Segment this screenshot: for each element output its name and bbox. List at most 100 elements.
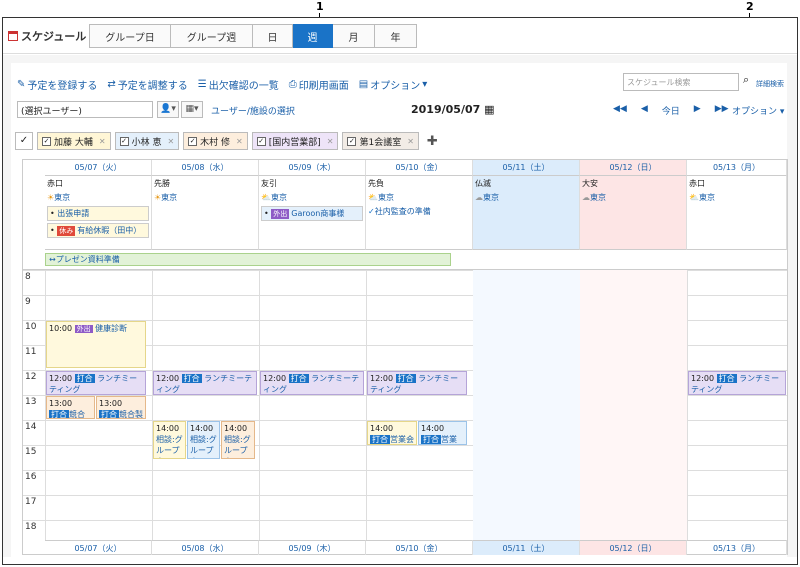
select-all-checkbox[interactable]: ✓ bbox=[15, 132, 33, 150]
close-icon[interactable]: ✕ bbox=[236, 137, 243, 146]
day-header[interactable]: 05/13（月） bbox=[687, 160, 787, 176]
day-cell[interactable]: 赤口 ☀東京 • 出張申請 • 休み 有給休暇（田中） bbox=[45, 176, 152, 250]
cloud-icon: ☁ bbox=[582, 193, 590, 202]
appointment[interactable]: 12:00 打合 ランチミーティング bbox=[367, 371, 467, 395]
next-day-icon[interactable]: ▶ bbox=[694, 104, 701, 117]
chip-label: [国内営業部] bbox=[268, 137, 321, 148]
day-cell[interactable]: 仏滅 ☁東京 bbox=[473, 176, 580, 250]
prev-week-icon[interactable]: ◀◀ bbox=[613, 104, 627, 117]
search-icon[interactable]: ⌕ bbox=[743, 73, 749, 87]
user-facility-link[interactable]: ユーザー/施設の選択 bbox=[211, 104, 295, 117]
org-picker-button[interactable]: ▦▾ bbox=[181, 101, 203, 118]
view-options-menu[interactable]: オプション ▾ bbox=[732, 104, 784, 117]
appointment[interactable]: 10:00 外出 健康診断 bbox=[46, 321, 146, 368]
close-icon[interactable]: ✕ bbox=[327, 137, 334, 146]
filter-chips: ✓ ✓ 加藤 大輔 ✕ ✓ 小林 恵 ✕ ✓ 木村 修 ✕ ✓ [国内営業部] ✕ ✓ 第1会議室… bbox=[15, 132, 438, 150]
appt-time: 12:00 bbox=[691, 374, 715, 383]
hour-label: 16 bbox=[25, 472, 37, 482]
action-bar: ✎ 予定を登録する ⇄ 予定を調整する ☰ 出欠確認の一覧 ⎙ 印刷用画面 ▤ オプション… bbox=[17, 77, 427, 92]
appointment[interactable]: 14:00 相談:グループウェア bbox=[153, 421, 186, 459]
weather-label: 東京 bbox=[590, 193, 606, 202]
weather: ☁東京 bbox=[582, 192, 684, 203]
date-nav: ◀◀ ◀ 今日 ▶ ▶▶ bbox=[613, 104, 729, 117]
filter-chip-sales-dept[interactable]: ✓ [国内営業部] ✕ bbox=[251, 132, 339, 150]
appointment[interactable]: 13:00打合競合製品調査 bbox=[46, 396, 95, 419]
allday-event[interactable]: • 出張申請 bbox=[47, 206, 149, 221]
attendance-link[interactable]: ☰ 出欠確認の一覧 bbox=[198, 77, 279, 92]
options-menu[interactable]: ▤ オプション ▾ bbox=[359, 77, 427, 92]
day-footer[interactable]: 05/08（水） bbox=[152, 540, 259, 555]
weather-label: 東京 bbox=[483, 193, 499, 202]
day-footer[interactable]: 05/12（日） bbox=[580, 540, 687, 555]
search-input[interactable]: スケジュール検索 bbox=[623, 73, 739, 91]
content-area: ✎ 予定を登録する ⇄ 予定を調整する ☰ 出欠確認の一覧 ⎙ 印刷用画面 ▤ オプション… bbox=[3, 55, 797, 557]
day-footer[interactable]: 05/10（金） bbox=[366, 540, 473, 555]
next-week-icon[interactable]: ▶▶ bbox=[715, 104, 729, 117]
filter-chip-kato[interactable]: ✓ 加藤 大輔 ✕ bbox=[37, 132, 111, 150]
appointment[interactable]: 13:00打合競合製品調査 bbox=[96, 396, 146, 419]
appointment[interactable]: 12:00 打合 ランチミーティング bbox=[688, 371, 786, 395]
day-header[interactable]: 05/11（土） bbox=[473, 160, 580, 176]
appointment[interactable]: 14:00打合営業会議 bbox=[418, 421, 467, 445]
user-picker-button[interactable]: 👤▾ bbox=[157, 101, 179, 118]
hour-label: 12 bbox=[25, 372, 37, 382]
day-cell[interactable]: 友引 ⛅東京 • 外出 Garoon商事様 bbox=[259, 176, 366, 250]
add-filter-icon[interactable]: ✚ bbox=[427, 134, 438, 149]
calendar-picker-icon[interactable]: ▦ bbox=[484, 103, 494, 116]
appointment[interactable]: 14:00 相談:グループウェア bbox=[221, 421, 255, 459]
day-cell[interactable]: 大安 ☁東京 bbox=[580, 176, 687, 250]
tab-month[interactable]: 月 bbox=[333, 24, 375, 48]
allday-event[interactable]: ✓社内監査の準備 bbox=[368, 206, 470, 217]
event-label: 社内監査の準備 bbox=[374, 207, 431, 216]
tab-year[interactable]: 年 bbox=[375, 24, 417, 48]
advanced-search-link[interactable]: 詳細検索 bbox=[756, 79, 784, 89]
prev-day-icon[interactable]: ◀ bbox=[641, 104, 648, 117]
close-icon[interactable]: ✕ bbox=[407, 137, 414, 146]
appointment[interactable]: 14:00打合営業会議 bbox=[367, 421, 417, 445]
register-link[interactable]: ✎ 予定を登録する bbox=[17, 77, 97, 92]
day-cell[interactable]: 先負 ⛅東京 ✓社内監査の準備 bbox=[366, 176, 473, 250]
print-link[interactable]: ⎙ 印刷用画面 bbox=[289, 77, 349, 92]
day-footer[interactable]: 05/09（木） bbox=[259, 540, 366, 555]
close-icon[interactable]: ✕ bbox=[99, 137, 106, 146]
print-icon: ⎙ bbox=[288, 79, 297, 90]
hour-label: 13 bbox=[25, 397, 37, 407]
tab-week[interactable]: 週 bbox=[293, 24, 333, 48]
today-button[interactable]: 今日 bbox=[662, 104, 680, 117]
appointment[interactable]: 12:00 打合 ランチミーティング bbox=[46, 371, 146, 395]
rokuyo: 大安 bbox=[582, 179, 598, 188]
appointment[interactable]: 14:00 相談:グループウェア bbox=[187, 421, 220, 459]
multi-day-event[interactable]: ↔プレゼン資料準備 bbox=[45, 253, 451, 266]
day-header[interactable]: 05/09（木） bbox=[259, 160, 366, 176]
tab-group-week[interactable]: グループ週 bbox=[171, 24, 253, 48]
day-header[interactable]: 05/10（金） bbox=[366, 160, 473, 176]
day-header[interactable]: 05/12（日） bbox=[580, 160, 687, 176]
appt-tag: 打合 bbox=[288, 374, 309, 383]
adjust-link[interactable]: ⇄ 予定を調整する bbox=[107, 77, 187, 92]
person-icon: 👤▾ bbox=[160, 104, 176, 114]
appointment[interactable]: 12:00 打合 ランチミーティング bbox=[260, 371, 364, 395]
close-icon[interactable]: ✕ bbox=[167, 137, 174, 146]
adjust-label: 予定を調整する bbox=[117, 81, 188, 92]
day-cell[interactable]: 赤口 ⛅東京 bbox=[687, 176, 787, 250]
weather: ☁東京 bbox=[475, 192, 577, 203]
cloud-sun-icon: ⛅ bbox=[261, 193, 271, 202]
filter-chip-meeting-room[interactable]: ✓ 第1会議室 ✕ bbox=[342, 132, 419, 150]
day-footer[interactable]: 05/13（月） bbox=[687, 540, 787, 555]
allday-event[interactable]: • 休み 有給休暇（田中） bbox=[47, 223, 149, 238]
day-cell[interactable]: 先勝 ☀東京 bbox=[152, 176, 259, 250]
filter-chip-kimura[interactable]: ✓ 木村 修 ✕ bbox=[183, 132, 248, 150]
day-header[interactable]: 05/07（火） bbox=[45, 160, 152, 176]
day-footer[interactable]: 05/11（土） bbox=[473, 540, 580, 555]
tab-group-day[interactable]: グループ日 bbox=[89, 24, 171, 48]
appointment[interactable]: 12:00 打合 ランチミーティング bbox=[153, 371, 257, 395]
user-select[interactable]: (選択ユーザー) bbox=[17, 101, 153, 118]
toolbar: (選択ユーザー) 👤▾ ▦▾ ユーザー/施設の選択 2019/05/07 ▦ ◀… bbox=[17, 101, 787, 121]
day-footer[interactable]: 05/07（火） bbox=[45, 540, 152, 555]
day-divider bbox=[687, 270, 688, 540]
tab-day[interactable]: 日 bbox=[253, 24, 293, 48]
day-header[interactable]: 05/08（水） bbox=[152, 160, 259, 176]
appt-time: 14:00 bbox=[421, 424, 445, 433]
allday-event[interactable]: • 外出 Garoon商事様 bbox=[261, 206, 363, 221]
filter-chip-kobayashi[interactable]: ✓ 小林 恵 ✕ bbox=[114, 132, 180, 150]
